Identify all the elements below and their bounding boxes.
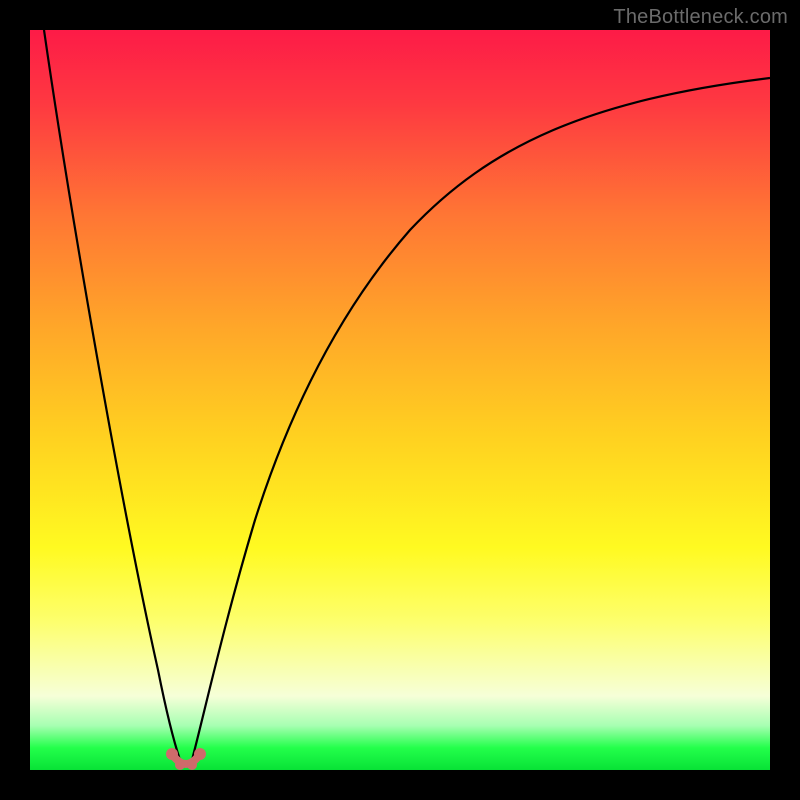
valley-marker-dot-right — [194, 748, 206, 760]
valley-marker-dot-left — [166, 748, 178, 760]
chart-frame: TheBottleneck.com — [0, 0, 800, 800]
valley-marker-dot-bl — [175, 760, 185, 770]
chart-svg — [30, 30, 770, 770]
watermark-text: TheBottleneck.com — [613, 6, 788, 29]
plot-area — [30, 30, 770, 770]
curve-right — [192, 78, 770, 760]
curve-group — [44, 30, 770, 770]
curve-left — [44, 30, 180, 760]
valley-marker-dot-br — [187, 760, 197, 770]
